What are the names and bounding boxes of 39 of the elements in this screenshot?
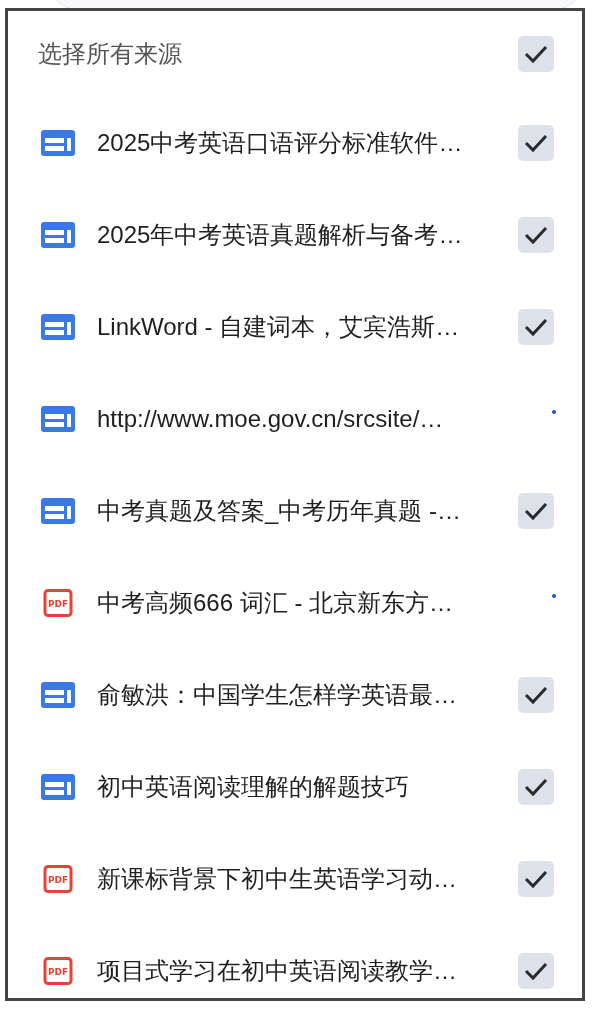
- web-page-icon: [40, 773, 76, 801]
- checkbox[interactable]: [518, 36, 554, 72]
- checkbox[interactable]: [518, 861, 554, 897]
- checkbox[interactable]: [518, 677, 554, 713]
- source-title: 项目式学习在初中英语阅读教学…: [97, 956, 457, 986]
- check-icon: [524, 501, 548, 521]
- source-title: 中考真题及答案_中考历年真题 -…: [97, 496, 461, 526]
- select-all-label: 选择所有来源: [38, 39, 182, 69]
- check-icon: [524, 685, 548, 705]
- web-page-icon: [40, 221, 76, 249]
- web-page-icon: [40, 313, 76, 341]
- web-page-icon: [40, 405, 76, 433]
- source-title: LinkWord - 自建词本，艾宾浩斯…: [97, 312, 460, 342]
- check-icon: [524, 777, 548, 797]
- checkbox[interactable]: [518, 953, 554, 989]
- check-icon: [524, 225, 548, 245]
- check-icon: [524, 869, 548, 889]
- checkbox[interactable]: [518, 769, 554, 805]
- source-title: 2025年中考英语真题解析与备考…: [97, 220, 463, 250]
- source-title: 新课标背景下初中生英语学习动…: [97, 864, 457, 894]
- pdf-file-icon: PDF: [40, 957, 76, 985]
- check-icon: [524, 317, 548, 337]
- checkbox[interactable]: [518, 217, 554, 253]
- source-title: 中考高频666 词汇 - 北京新东方…: [97, 588, 454, 618]
- check-icon: [524, 133, 548, 153]
- web-page-icon: [40, 129, 76, 157]
- pdf-file-icon: PDF: [40, 865, 76, 893]
- source-title: 2025中考英语口语评分标准软件…: [97, 128, 463, 158]
- checkbox[interactable]: [518, 309, 554, 345]
- web-page-icon: [40, 497, 76, 525]
- checkbox[interactable]: [518, 493, 554, 529]
- source-title: 俞敏洪：中国学生怎样学英语最…: [97, 680, 457, 710]
- checkbox[interactable]: [518, 125, 554, 161]
- source-title: http://www.moe.gov.cn/srcsite/…: [97, 404, 444, 434]
- check-icon: [524, 44, 548, 64]
- check-icon: [524, 961, 548, 981]
- pdf-file-icon: PDF: [40, 589, 76, 617]
- web-page-icon: [40, 681, 76, 709]
- source-title: 初中英语阅读理解的解题技巧: [97, 772, 409, 802]
